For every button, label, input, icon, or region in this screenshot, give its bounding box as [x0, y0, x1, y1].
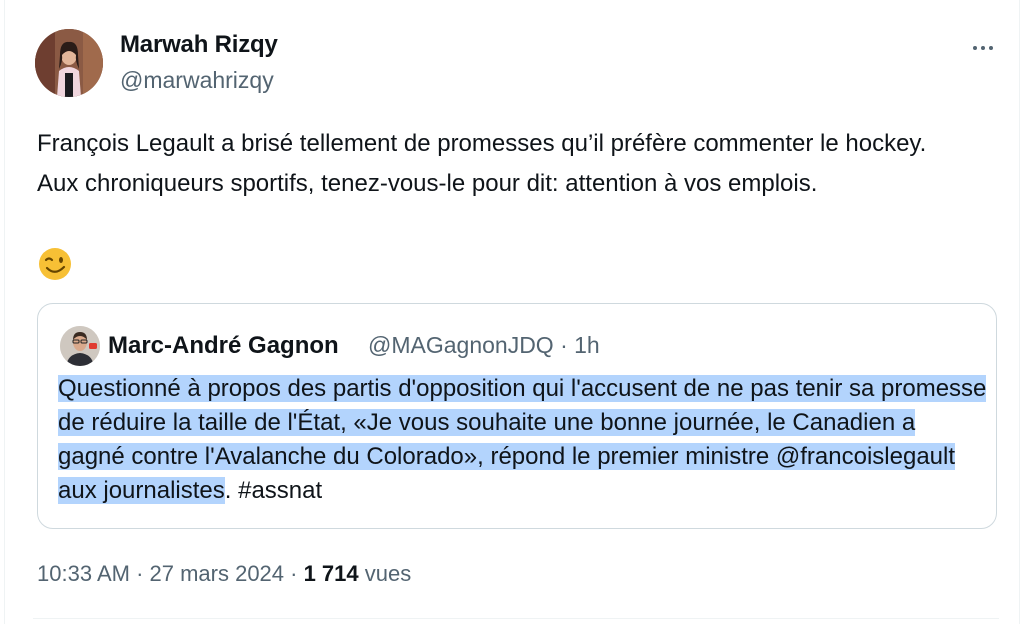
tweet-text-line: Aux chroniqueurs sportifs, tenez-vous-le… [37, 170, 818, 197]
tweet-card: Marwah Rizqy @marwahrizqy François Legau… [4, 0, 1020, 624]
author-name[interactable]: Marwah Rizqy [120, 31, 278, 59]
more-dot-icon [973, 46, 977, 50]
more-options-button[interactable] [965, 36, 1001, 60]
quoted-text-rest: . #assnat [224, 477, 323, 504]
author-avatar[interactable] [35, 29, 103, 97]
selected-text-highlight: Questionné à propos des partis d'opposit… [58, 375, 987, 504]
tweet-text-line: François Legault a brisé tellement de pr… [37, 130, 927, 157]
quoted-tweet-text: Questionné à propos des partis d'opposit… [58, 372, 988, 508]
views-label: vues [358, 561, 412, 586]
tweet-text: François Legault a brisé tellement de pr… [37, 124, 1007, 204]
quoted-author-avatar[interactable] [60, 326, 100, 366]
divider [33, 618, 999, 619]
tweet-timestamp[interactable]: 10:33 AM · 27 mars 2024 · [37, 561, 304, 586]
quoted-author-meta[interactable]: @MAGagnonJDQ · 1h [368, 332, 600, 359]
quoted-tweet[interactable]: Marc-André Gagnon @MAGagnonJDQ · 1h Ques… [37, 303, 997, 529]
more-dot-icon [989, 46, 993, 50]
view-count: 1 714 [303, 561, 359, 586]
author-handle[interactable]: @marwahrizqy [120, 67, 274, 94]
quoted-author-name[interactable]: Marc-André Gagnon [108, 332, 339, 360]
more-dot-icon [981, 46, 985, 50]
winking-face-emoji-icon [37, 246, 73, 282]
tweet-footer: 10:33 AM · 27 mars 2024 · 1 714 vues [37, 561, 411, 587]
